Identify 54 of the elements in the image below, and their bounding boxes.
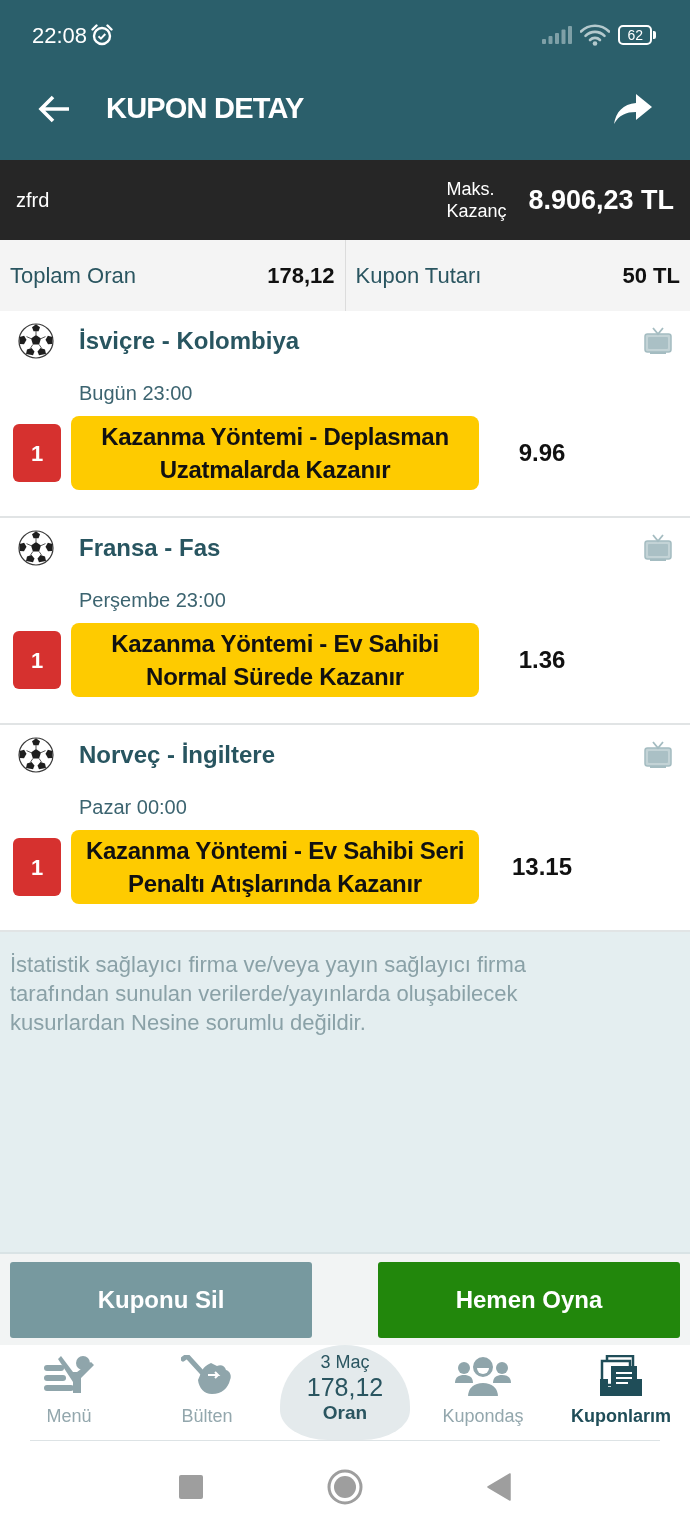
odds-value: 13.15 xyxy=(510,852,574,882)
disclaimer-text: İstatistik sağlayıcı firma ve/veya yayın sağlayıcı firma tarafından sunulan verilerde/yayınlarda oluşabilecek kusurlardan Nesine sorumlu değildir. xyxy=(10,951,527,1037)
delete-coupon-button[interactable]: Kuponu Sil xyxy=(10,1262,312,1338)
page-title: KUPON DETAY xyxy=(106,91,305,127)
tv-icon[interactable] xyxy=(644,327,672,355)
coupon-name: zfrd xyxy=(16,188,51,213)
match-teams: İsviçre - Kolombiya xyxy=(79,326,301,356)
selection-label: Kazanma Yöntemi - Ev Sahibi Normal Sürede Kazanır xyxy=(71,623,479,697)
coupon-summary-bubble[interactable]: 3 Maç 178,12 Oran xyxy=(280,1345,410,1440)
odds-value: 1.36 xyxy=(517,645,567,675)
menu-tab[interactable]: Menü xyxy=(46,1403,92,1430)
summary-label: Toplam Oran xyxy=(10,262,136,290)
soccer-ball-icon xyxy=(18,323,54,359)
match-teams: Norveç - İngiltere xyxy=(79,740,277,770)
people-icon[interactable] xyxy=(455,1355,511,1397)
signal-icon xyxy=(542,26,573,44)
summary-label: Kupon Tutarı xyxy=(355,262,482,290)
tv-icon[interactable] xyxy=(644,534,672,562)
match-time: Bugün 23:00 xyxy=(78,381,194,406)
wifi-icon xyxy=(580,24,611,46)
soccer-ball-icon xyxy=(18,737,54,773)
odds-label: Oran xyxy=(322,1401,368,1425)
home-circle-icon[interactable] xyxy=(327,1469,363,1505)
max-win-label: Maks. Kazanç xyxy=(446,178,508,222)
alarm-icon xyxy=(91,24,114,46)
community-tab[interactable]: Kupondaş xyxy=(442,1403,524,1430)
hand-icon[interactable] xyxy=(181,1355,233,1397)
back-triangle-icon[interactable] xyxy=(487,1473,511,1501)
pick-badge: 1 xyxy=(13,631,61,689)
match-time: Pazar 00:00 xyxy=(78,795,188,820)
max-win-value: 8.906,23 TL xyxy=(528,183,674,217)
documents-tray-icon[interactable] xyxy=(599,1355,643,1397)
back-arrow-icon xyxy=(38,95,70,123)
bulletin-tab[interactable]: Bülten xyxy=(181,1403,233,1430)
pick-badge: 1 xyxy=(13,424,61,482)
match-teams: Fransa - Fas xyxy=(79,533,222,563)
battery-indicator: 62 xyxy=(618,25,656,45)
total-odds: 178,12 xyxy=(306,1373,384,1401)
pick-badge: 1 xyxy=(13,838,61,896)
share-button[interactable] xyxy=(614,94,652,124)
match-count: 3 Maç xyxy=(320,1351,370,1373)
match-time: Perşembe 23:00 xyxy=(78,588,227,613)
odds-value: 9.96 xyxy=(517,438,567,468)
share-icon xyxy=(614,94,652,124)
back-button[interactable] xyxy=(38,95,70,123)
summary-value: 50 TL xyxy=(622,262,680,290)
selection-label: Kazanma Yöntemi - Deplasman Uzatmalarda Kazanır xyxy=(71,416,479,490)
tv-icon[interactable] xyxy=(644,741,672,769)
summary-value: 178,12 xyxy=(267,262,335,290)
selection-label: Kazanma Yöntemi - Ev Sahibi Seri Penaltı Atışlarında Kazanır xyxy=(71,830,479,904)
status-time: 22:08 xyxy=(32,21,88,50)
soccer-ball-icon xyxy=(18,530,54,566)
my-coupons-tab[interactable]: Kuponlarım xyxy=(571,1403,671,1430)
play-now-button[interactable]: Hemen Oyna xyxy=(378,1262,680,1338)
